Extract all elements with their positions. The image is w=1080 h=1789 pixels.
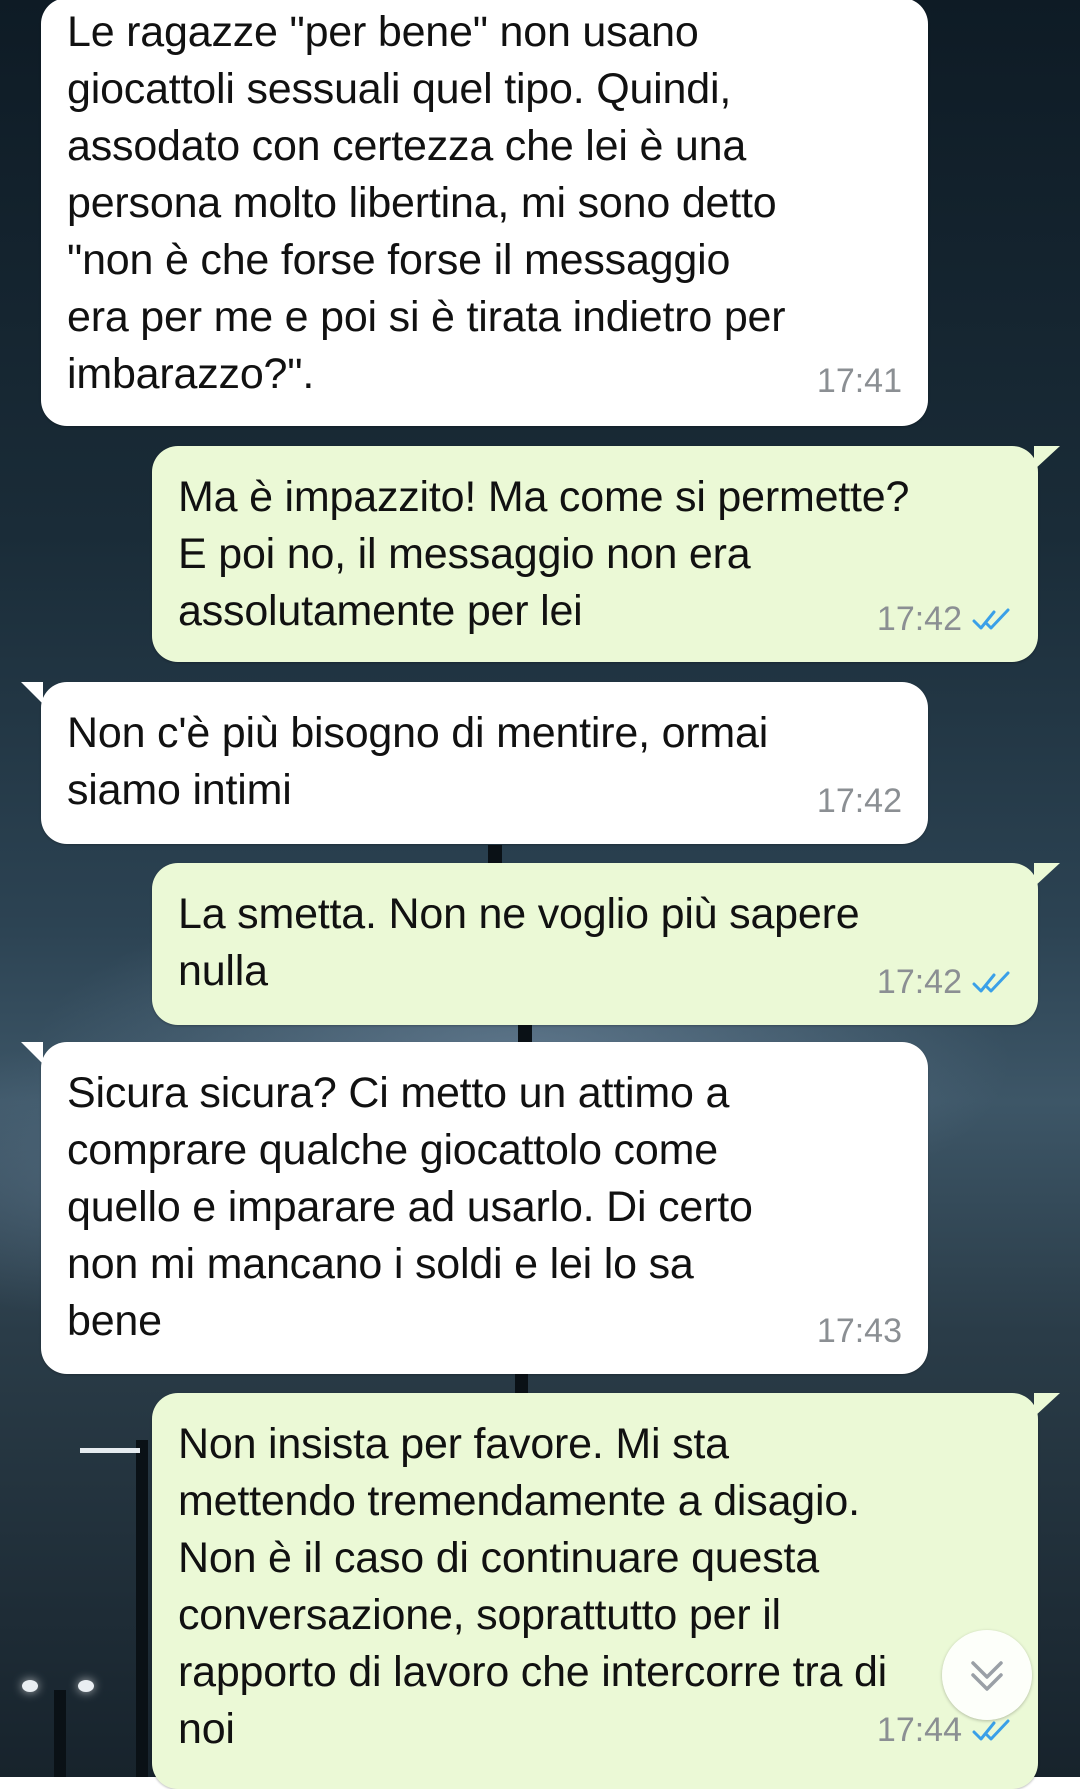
message-text: Le ragazze "per bene" non usano giocatto… <box>67 8 786 398</box>
message-time: 17:43 <box>816 1312 902 1350</box>
double-check-icon <box>972 608 1010 629</box>
message-time: 17:44 <box>876 1711 962 1749</box>
incoming-message[interactable]: Sicura sicura? Ci metto un attimo a comp… <box>21 1042 928 1374</box>
outgoing-message[interactable]: Ma è impazzito! Ma come si permette? E p… <box>152 446 1060 662</box>
outgoing-message[interactable]: La smetta. Non ne voglio più sapere null… <box>152 863 1060 1025</box>
message-time: 17:42 <box>876 600 962 638</box>
message-meta: 17:42 <box>877 591 1012 648</box>
outgoing-message[interactable]: Non insista per favore. Mi sta mettendo … <box>152 1393 1060 1789</box>
double-check-icon <box>972 971 1010 992</box>
message-meta: 17:42 <box>877 954 1012 1011</box>
chevron-double-down-icon <box>971 1661 1003 1691</box>
message-meta: 17:43 <box>817 1303 902 1360</box>
incoming-message[interactable]: Le ragazze "per bene" non usano giocatto… <box>41 0 928 426</box>
message-time: 17:42 <box>816 782 902 820</box>
message-time: 17:41 <box>816 362 902 400</box>
double-check-icon <box>972 1719 1010 1740</box>
message-time: 17:42 <box>876 963 962 1001</box>
message-text: Sicura sicura? Ci metto un attimo a comp… <box>67 1069 753 1345</box>
message-meta: 17:42 <box>817 773 902 830</box>
chat-conversation: Le ragazze "per bene" non usano giocatto… <box>0 0 1080 1789</box>
incoming-message[interactable]: Non c'è più bisogno di mentire, ormai si… <box>21 682 928 844</box>
scroll-to-bottom-button[interactable] <box>942 1630 1032 1720</box>
message-meta: 17:41 <box>817 353 902 410</box>
message-text: Non c'è più bisogno di mentire, ormai si… <box>67 709 769 814</box>
